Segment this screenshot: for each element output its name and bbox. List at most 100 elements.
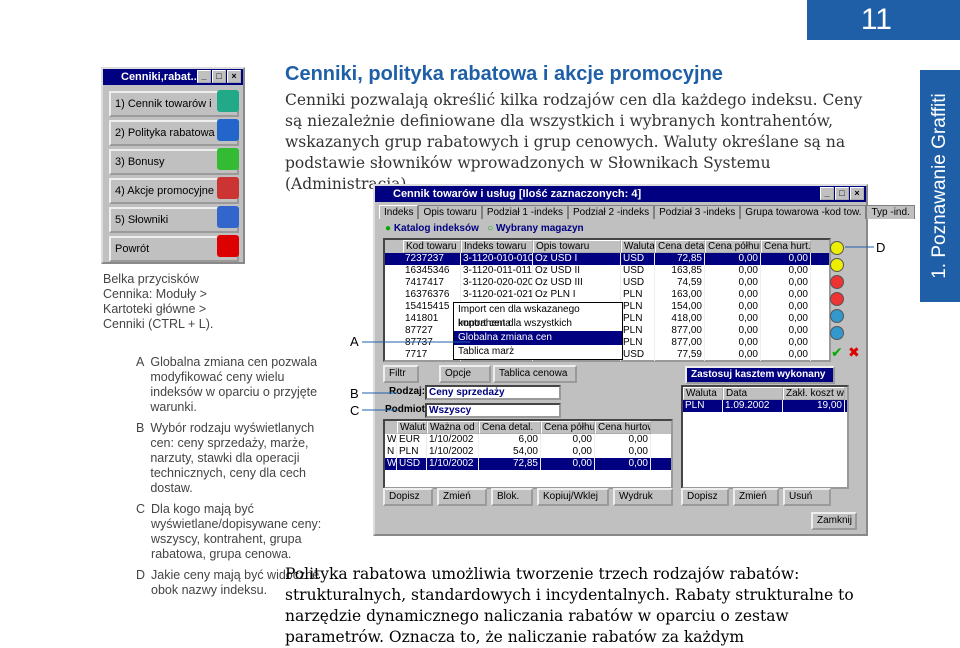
show-price-icon[interactable]: [830, 275, 844, 289]
table-cell: 0,00: [541, 434, 595, 446]
column-header[interactable]: Cena detal.: [479, 421, 541, 434]
callout-d: D: [876, 240, 886, 255]
table-cell: 72,85: [655, 253, 705, 265]
action-button[interactable]: Kopiuj/Wklej: [537, 488, 609, 506]
column-header[interactable]: Opis towaru: [533, 240, 621, 253]
column-header[interactable]: Waluta: [397, 421, 427, 434]
tab-5[interactable]: Grupa towarowa -kod tow.: [740, 205, 867, 219]
action-button[interactable]: Wydruk: [613, 488, 673, 506]
table-cell: 0,00: [761, 337, 811, 349]
main-window: Cennik towarów i usług [Ilość zaznaczony…: [373, 184, 915, 536]
column-header[interactable]: Kod towaru: [403, 240, 461, 253]
tab-4[interactable]: Podział 3 -indeks: [654, 205, 741, 219]
table-row[interactable]: PLN 1.09.2002 19,00: [683, 400, 847, 412]
column-header[interactable]: Waluta: [683, 387, 723, 400]
context-menu-item[interactable]: Tablica marż: [454, 345, 622, 359]
palette-item[interactable]: 1) Cennik towarów i usług: [109, 90, 239, 132]
action-button[interactable]: Dopisz: [383, 488, 433, 506]
price-grid[interactable]: WalutaWażna odCena detal.Cena półhurt.Ce…: [383, 419, 673, 489]
table-row[interactable]: 7237237 3-1120-010-0100 Oz USD I USD 72,85 0,…: [385, 253, 829, 265]
table-row[interactable]: 7417417 3-1120-020-0200 Oz USD III USD 74,59…: [385, 277, 829, 289]
cost-grid[interactable]: Waluta Data Zakł. koszt wł. PLN 1.09.2002 19,…: [681, 385, 849, 489]
discount-icon: [217, 119, 239, 141]
legend-key: B: [136, 421, 145, 435]
table-row[interactable]: 16376376 3-1120-021-0210 Oz PLN I PLN 163,00…: [385, 289, 829, 301]
gift-icon: [217, 148, 239, 170]
table-row[interactable]: W USD 1/10/2002 72,85 0,00 0,00: [385, 458, 671, 470]
cancel-icon[interactable]: ✖: [848, 345, 860, 361]
options-button[interactable]: Opcje: [439, 365, 491, 383]
action-button[interactable]: Zmień: [437, 488, 487, 506]
table-cell: PLN: [397, 446, 427, 458]
palette-titlebar: Cenniki,rabat... _ □ ×: [103, 69, 243, 85]
tab-0[interactable]: Indeks: [379, 205, 419, 219]
table-cell: PLN: [621, 313, 655, 325]
page-title: Cenniki, polityka rabatowa i akcje promo…: [285, 63, 723, 85]
table-cell: 0,00: [761, 277, 811, 289]
palette-item[interactable]: 3) Bonusy: [109, 148, 239, 175]
maximize-button[interactable]: □: [212, 70, 226, 83]
table-row[interactable]: W EUR 1/10/2002 6,00 0,00 0,00: [385, 434, 671, 446]
grid-header: Kod towaru Indeks towaru Opis towaru Waluta…: [385, 240, 829, 253]
catalog-radio-icon[interactable]: ●: [385, 223, 391, 234]
promo-button[interactable]: Zastosuj kasztem wykonany: [685, 366, 835, 384]
rodzaj-label: Rodzaj:: [389, 386, 426, 397]
palette-item[interactable]: Powrót: [109, 235, 239, 262]
check-icon[interactable]: ✔: [831, 345, 843, 361]
action-button[interactable]: Blok.: [491, 488, 533, 506]
show-price-icon[interactable]: [830, 309, 844, 323]
action-button[interactable]: Zmień: [733, 488, 779, 506]
rodzaj-select[interactable]: Ceny sprzedaży: [425, 385, 561, 400]
column-header[interactable]: Cena półhurt.: [705, 240, 761, 253]
column-header[interactable]: Cena hurtowa: [595, 421, 651, 434]
palette-item[interactable]: 4) Akcje promocyjne: [109, 177, 239, 204]
show-price-icon[interactable]: [830, 292, 844, 306]
palette-item[interactable]: 5) Słowniki: [109, 206, 239, 233]
action-button[interactable]: Dopisz: [681, 488, 729, 506]
context-menu-item[interactable]: Import cen dla wskazanego kontrahenta: [454, 303, 622, 329]
tab-3[interactable]: Podział 2 -indeks: [567, 205, 655, 219]
close-button[interactable]: ×: [227, 70, 241, 83]
podmiot-select[interactable]: Wszyscy: [425, 403, 561, 418]
tab-1[interactable]: Opis towaru: [418, 205, 482, 219]
column-header[interactable]: Cena detal.: [655, 240, 705, 253]
close-button[interactable]: ×: [850, 187, 864, 200]
action-button[interactable]: Usuń: [783, 488, 831, 506]
callout-a: A: [350, 334, 359, 349]
close-window-button[interactable]: Zamknij: [811, 512, 857, 530]
table-cell: 7237237: [403, 253, 461, 265]
table-cell: 0,00: [761, 289, 811, 301]
show-price-icon[interactable]: [830, 326, 844, 340]
table-cell: PLN: [621, 301, 655, 313]
column-header[interactable]: Data: [723, 387, 783, 400]
warehouse-radio-icon[interactable]: ○: [487, 223, 493, 234]
context-menu-item[interactable]: Globalna zmiana cen: [454, 331, 622, 345]
subtab-warehouse[interactable]: Wybrany magazyn: [496, 223, 584, 234]
table-row[interactable]: 16345346 3-1120-011-0110 Oz USD II USD 163,8…: [385, 265, 829, 277]
show-price-icon[interactable]: [830, 258, 844, 272]
subtab-catalog[interactable]: Katalog indeksów: [394, 223, 479, 234]
maximize-button[interactable]: □: [835, 187, 849, 200]
context-menu-item[interactable]: Import cen dla wszystkich: [454, 317, 622, 331]
show-price-icon[interactable]: [830, 241, 844, 255]
legend-text: Wybór rodzaju wyświetlanych cen: ceny sp…: [150, 421, 315, 495]
table-cell: 74,59: [655, 277, 705, 289]
tab-6[interactable]: Typ -ind.: [866, 205, 915, 219]
minimize-button[interactable]: _: [197, 70, 211, 83]
filter-button[interactable]: Filtr: [383, 365, 419, 383]
palette-item[interactable]: 2) Polityka rabatowa: [109, 119, 239, 146]
column-header[interactable]: Waluta: [621, 240, 655, 253]
table-cell: PLN: [621, 337, 655, 349]
minimize-button[interactable]: _: [820, 187, 834, 200]
table-cell: 0,00: [705, 277, 761, 289]
tab-2[interactable]: Podział 1 -indeks: [481, 205, 568, 219]
column-header[interactable]: Indeks towaru: [461, 240, 533, 253]
legend-key: C: [136, 502, 146, 516]
price-table-button[interactable]: Tablica cenowa: [493, 365, 577, 383]
table-row[interactable]: N PLN 1/10/2002 54,00 0,00 0,00: [385, 446, 671, 458]
column-header[interactable]: Ważna od: [427, 421, 479, 434]
palette-item-label: 5) Słowniki: [115, 214, 169, 226]
column-header[interactable]: Cena półhurt.: [541, 421, 595, 434]
column-header[interactable]: Zakł. koszt wł.: [783, 387, 845, 400]
column-header[interactable]: Cena hurt.: [761, 240, 811, 253]
